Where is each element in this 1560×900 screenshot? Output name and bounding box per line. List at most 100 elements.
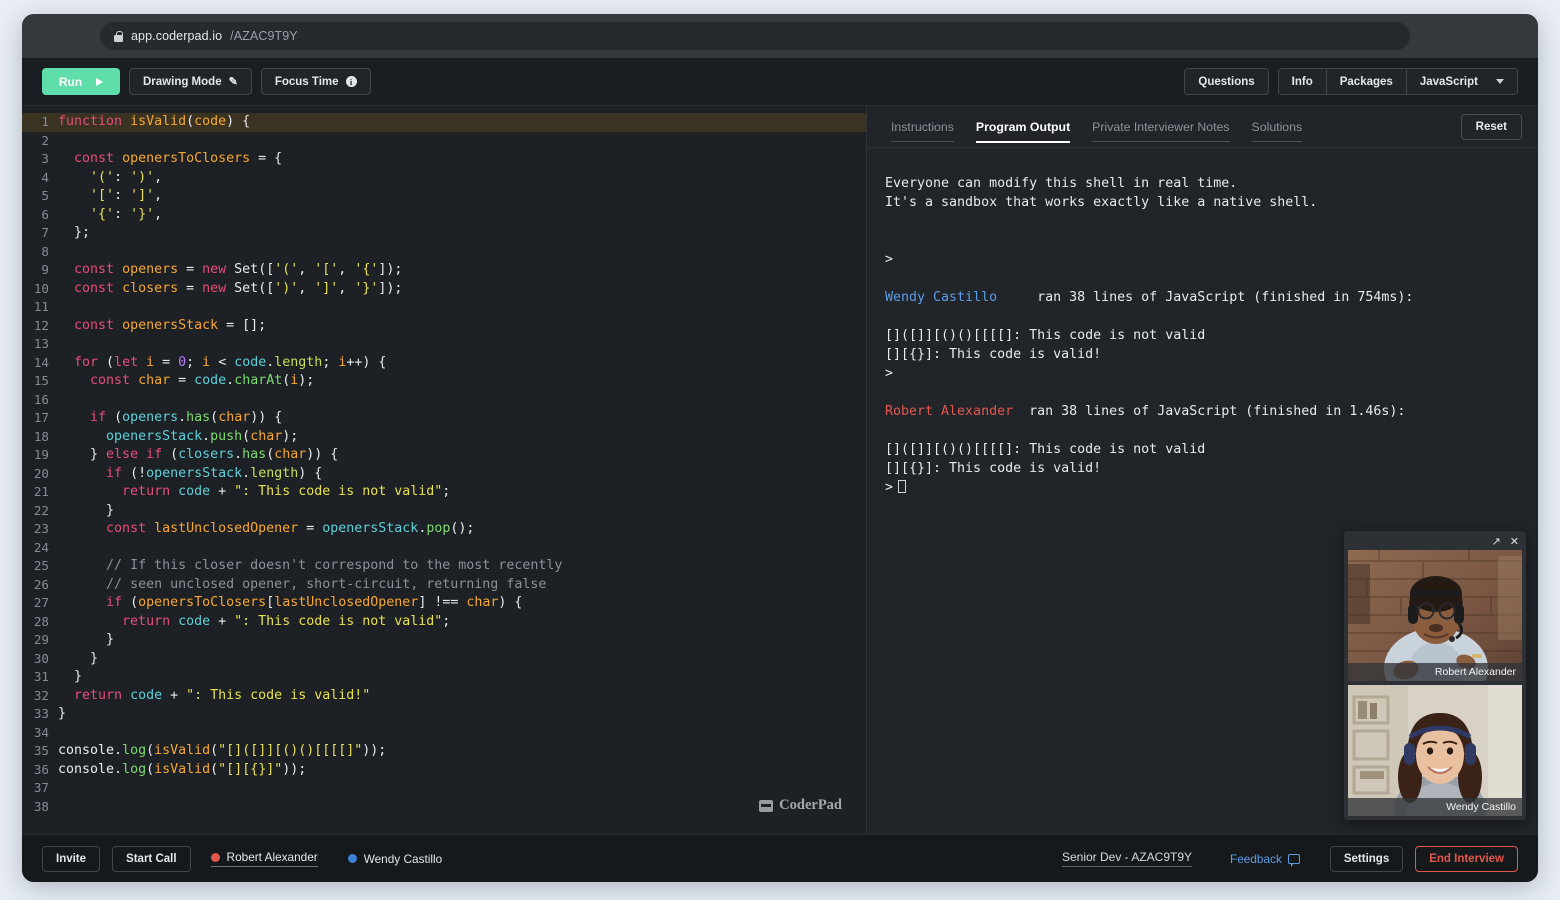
- tab-program-output[interactable]: Program Output: [968, 109, 1078, 144]
- code-line: 31 }: [22, 668, 866, 687]
- line-number: 3: [22, 150, 58, 169]
- video-tile-wendy-castillo[interactable]: Wendy Castillo: [1348, 685, 1522, 816]
- code-line: 28 return code + ": This code is not val…: [22, 613, 866, 632]
- line-number: 10: [22, 280, 58, 299]
- line-number: 16: [22, 391, 58, 410]
- settings-label: Settings: [1344, 853, 1389, 865]
- settings-button[interactable]: Settings: [1330, 846, 1403, 872]
- focus-time-label: Focus Time: [275, 76, 339, 88]
- tab-solutions[interactable]: Solutions: [1244, 109, 1311, 144]
- code-line: 1function isValid(code) {: [22, 113, 866, 132]
- code-line: 22 }: [22, 502, 866, 521]
- close-icon[interactable]: ✕: [1510, 537, 1519, 548]
- workspace: 1function isValid(code) {23 const opener…: [22, 106, 1538, 834]
- start-call-button[interactable]: Start Call: [112, 846, 191, 872]
- code-text: [58, 724, 866, 743]
- status-bar: Invite Start Call Robert Alexander Wendy …: [22, 834, 1538, 882]
- code-text: }: [58, 650, 866, 669]
- code-line: 26 // seen unclosed opener, short-circui…: [22, 576, 866, 595]
- language-selector[interactable]: JavaScript: [1407, 69, 1517, 94]
- participant-robert-alexander[interactable]: Robert Alexander: [211, 850, 318, 867]
- line-number: 25: [22, 557, 58, 576]
- console-line: >: [885, 364, 1520, 383]
- code-line: 15 const char = code.charAt(i);: [22, 372, 866, 391]
- code-text: '[': ']',: [58, 187, 866, 206]
- expand-icon[interactable]: ↗: [1492, 537, 1501, 548]
- code-text: }: [58, 668, 866, 687]
- line-number: 9: [22, 261, 58, 280]
- info-icon: i: [346, 76, 357, 87]
- line-number: 5: [22, 187, 58, 206]
- reset-button[interactable]: Reset: [1461, 114, 1522, 140]
- line-number: 2: [22, 132, 58, 151]
- code-text: // If this closer doesn't correspond to …: [58, 557, 866, 576]
- code-text: const lastUnclosedOpener = openersStack.…: [58, 520, 866, 539]
- code-text: [58, 243, 866, 262]
- console-line: []([]][()()[[[[]: This code is not valid: [885, 440, 1520, 459]
- end-interview-button[interactable]: End Interview: [1415, 846, 1518, 872]
- tab-instructions[interactable]: Instructions: [883, 109, 962, 144]
- line-number: 21: [22, 483, 58, 502]
- code-line: 23 const lastUnclosedOpener = openersSta…: [22, 520, 866, 539]
- coderpad-logo: CoderPad: [759, 797, 842, 814]
- code-line: 38: [22, 798, 866, 817]
- code-line: 30 }: [22, 650, 866, 669]
- tab-private-interviewer-notes[interactable]: Private Interviewer Notes: [1084, 109, 1237, 144]
- focus-time-button[interactable]: Focus Time i: [261, 68, 371, 95]
- line-number: 19: [22, 446, 58, 465]
- code-line: 34: [22, 724, 866, 743]
- output-tabs: InstructionsProgram OutputPrivate Interv…: [867, 106, 1538, 148]
- run-button[interactable]: Run: [42, 68, 120, 95]
- url-path: /AZAC9T9Y: [230, 29, 298, 43]
- line-number: 13: [22, 335, 58, 354]
- start-call-label: Start Call: [126, 853, 177, 865]
- browser-chrome-bar: app.coderpad.io/AZAC9T9Y: [22, 14, 1538, 58]
- line-number: 32: [22, 687, 58, 706]
- line-number: 8: [22, 243, 58, 262]
- chevron-down-icon: [1496, 79, 1504, 84]
- feedback-link[interactable]: Feedback: [1230, 852, 1300, 866]
- line-number: 11: [22, 298, 58, 317]
- line-number: 31: [22, 668, 58, 687]
- packages-button[interactable]: Packages: [1327, 69, 1407, 94]
- console-blank-line: [885, 212, 1520, 231]
- coderpad-mark-icon: [759, 800, 773, 812]
- line-number: 22: [22, 502, 58, 521]
- questions-button[interactable]: Questions: [1184, 68, 1268, 95]
- line-number: 12: [22, 317, 58, 336]
- code-editor[interactable]: 1function isValid(code) {23 const opener…: [22, 106, 867, 834]
- code-line: 37: [22, 779, 866, 798]
- drawing-mode-button[interactable]: Drawing Mode ✎: [129, 68, 252, 95]
- console-prompt: >: [885, 480, 893, 495]
- presence-dot-icon: [211, 853, 220, 862]
- console-cursor: [898, 480, 906, 493]
- line-number: 18: [22, 428, 58, 447]
- lock-icon: [114, 31, 123, 42]
- code-line: 21 return code + ": This code is not val…: [22, 483, 866, 502]
- info-button[interactable]: Info: [1279, 69, 1327, 94]
- code-text: if (!openersStack.length) {: [58, 465, 866, 484]
- console-run-line: Robert Alexander ran 38 lines of JavaScr…: [885, 402, 1520, 421]
- code-text: const openersStack = [];: [58, 317, 866, 336]
- video-tile-name: Wendy Castillo: [1348, 798, 1522, 816]
- language-label: JavaScript: [1420, 76, 1478, 88]
- video-tile-robert-alexander[interactable]: Robert Alexander: [1348, 550, 1522, 681]
- code-line: 2: [22, 132, 866, 151]
- code-line: 7 };: [22, 224, 866, 243]
- code-line: 16: [22, 391, 866, 410]
- participant-wendy-castillo[interactable]: Wendy Castillo: [348, 852, 442, 866]
- code-text: const openers = new Set(['(', '[', '{'])…: [58, 261, 866, 280]
- code-text: function isValid(code) {: [58, 113, 866, 132]
- url-bar[interactable]: app.coderpad.io/AZAC9T9Y: [100, 22, 1410, 50]
- code-text: }: [58, 631, 866, 650]
- code-line: 14 for (let i = 0; i < code.length; i++)…: [22, 354, 866, 373]
- code-text: if (openersToClosers[lastUnclosedOpener]…: [58, 594, 866, 613]
- code-line: 13: [22, 335, 866, 354]
- line-number: 14: [22, 354, 58, 373]
- console-line: [][{}]: This code is valid!: [885, 459, 1520, 478]
- code-text: '(': ')',: [58, 169, 866, 188]
- code-lines: 1function isValid(code) {23 const opener…: [22, 106, 866, 816]
- code-line: 20 if (!openersStack.length) {: [22, 465, 866, 484]
- line-number: 33: [22, 705, 58, 724]
- invite-button[interactable]: Invite: [42, 846, 100, 872]
